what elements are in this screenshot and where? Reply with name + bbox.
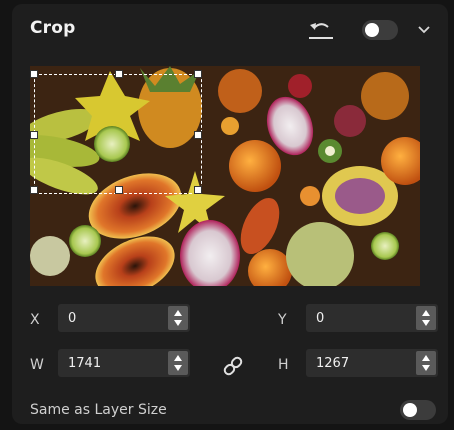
w-field: [58, 349, 190, 377]
panel-title: Crop: [30, 18, 76, 38]
crop-handle-left[interactable]: [30, 131, 38, 139]
toggle-knob: [403, 403, 417, 417]
link-chain-icon[interactable]: [221, 354, 245, 378]
crop-enable-toggle[interactable]: [362, 20, 398, 40]
y-input[interactable]: [306, 304, 412, 332]
x-decrement-button[interactable]: [168, 318, 188, 330]
y-label: Y: [278, 312, 287, 328]
w-increment-button[interactable]: [168, 351, 188, 363]
h-input[interactable]: [306, 349, 412, 377]
crop-handle-bottom-right[interactable]: [194, 186, 202, 194]
crop-selection-box[interactable]: [30, 70, 202, 194]
crop-handle-top-right[interactable]: [194, 70, 202, 78]
y-stepper: [416, 306, 436, 330]
same-as-layer-size-toggle[interactable]: [400, 400, 436, 420]
x-field: [58, 304, 190, 332]
x-stepper: [168, 306, 188, 330]
w-input[interactable]: [58, 349, 164, 377]
crop-handle-bottom-left[interactable]: [30, 186, 38, 194]
crop-handle-top-left[interactable]: [30, 70, 38, 78]
w-label: W: [30, 357, 44, 373]
x-input[interactable]: [58, 304, 164, 332]
crop-image-preview[interactable]: [30, 66, 420, 286]
panel-header: Crop: [12, 4, 448, 56]
crop-handle-bottom[interactable]: [115, 186, 123, 194]
y-decrement-button[interactable]: [416, 318, 436, 330]
x-label: X: [30, 312, 40, 328]
h-field: [306, 349, 438, 377]
h-label: H: [278, 357, 289, 373]
toggle-knob: [365, 23, 379, 37]
y-field: [306, 304, 438, 332]
crop-panel: Crop X 0 Y 0 W 1741 H 1267 Same as Layer…: [12, 4, 448, 424]
reset-undo-icon[interactable]: [306, 20, 336, 42]
crop-handle-right[interactable]: [194, 131, 202, 139]
h-stepper: [416, 351, 436, 375]
x-increment-button[interactable]: [168, 306, 188, 318]
chevron-down-icon[interactable]: [416, 22, 432, 38]
w-stepper: [168, 351, 188, 375]
same-as-layer-size-label: Same as Layer Size: [30, 402, 167, 418]
crop-handle-top[interactable]: [115, 70, 123, 78]
h-decrement-button[interactable]: [416, 363, 436, 375]
y-increment-button[interactable]: [416, 306, 436, 318]
w-decrement-button[interactable]: [168, 363, 188, 375]
h-increment-button[interactable]: [416, 351, 436, 363]
